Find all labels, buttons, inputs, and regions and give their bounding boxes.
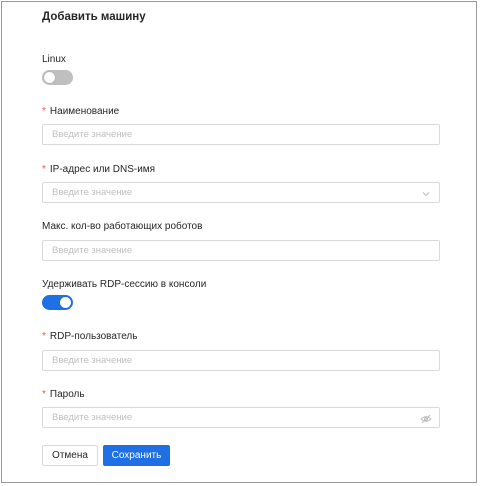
address-select[interactable]: Введите значение	[42, 182, 440, 203]
password-input[interactable]: Введите значение	[42, 407, 440, 428]
rdp-user-input[interactable]: Введите значение	[42, 350, 440, 371]
password-label: * Пароль	[42, 389, 85, 400]
name-input[interactable]: Введите значение	[42, 124, 440, 145]
cancel-button[interactable]: Отмена	[42, 445, 98, 466]
keep-rdp-label: Удерживать RDP-сессию в консоли	[42, 279, 207, 290]
toggle-knob	[60, 297, 71, 308]
max-robots-label: Макс. кол-во работающих роботов	[42, 221, 203, 232]
save-button[interactable]: Сохранить	[103, 445, 170, 466]
max-robots-placeholder: Введите значение	[52, 245, 133, 256]
toggle-knob	[44, 72, 55, 83]
required-mark: *	[42, 164, 46, 175]
name-placeholder: Введите значение	[52, 129, 133, 140]
name-label: * Наименование	[42, 106, 119, 117]
chevron-down-icon[interactable]	[420, 187, 432, 199]
address-placeholder: Введите значение	[52, 187, 133, 198]
password-placeholder: Введите значение	[52, 412, 133, 423]
dialog-title: Добавить машину	[42, 11, 146, 23]
rdp-user-label: * RDP-пользователь	[42, 331, 137, 342]
rdp-user-placeholder: Введите значение	[52, 355, 133, 366]
required-mark: *	[42, 389, 46, 400]
linux-toggle[interactable]	[42, 70, 73, 85]
required-mark: *	[42, 331, 46, 342]
eye-invisible-icon[interactable]	[420, 412, 432, 424]
required-mark: *	[42, 106, 46, 117]
linux-label: Linux	[42, 54, 66, 65]
name-label-text: Наименование	[49, 106, 120, 117]
rdp-user-label-text: RDP-пользователь	[49, 331, 138, 342]
add-machine-dialog: Добавить машину Linux * Наименование Введ…	[1, 1, 477, 483]
address-label: * IP-адрес или DNS-имя	[42, 164, 155, 175]
keep-rdp-toggle[interactable]	[42, 295, 73, 310]
max-robots-input[interactable]: Введите значение	[42, 240, 440, 261]
password-label-text: Пароль	[49, 389, 85, 400]
address-label-text: IP-адрес или DNS-имя	[49, 164, 156, 175]
